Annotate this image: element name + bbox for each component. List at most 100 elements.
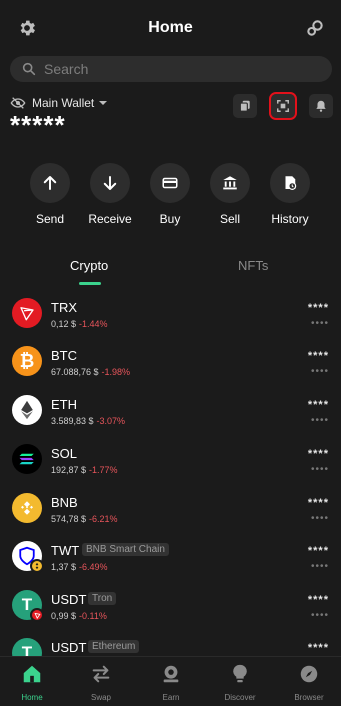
hidden-amount: **** (307, 594, 329, 606)
sell-button[interactable]: Sell (200, 163, 260, 226)
send-circle[interactable] (30, 163, 70, 203)
scan-button[interactable] (269, 92, 297, 120)
page-title: Home (148, 19, 193, 36)
price-change: -1.77% (89, 465, 118, 475)
arrow-down-icon (103, 176, 117, 190)
nav-discover-label: Discover (224, 693, 256, 702)
price-value: 0,99 $ (51, 611, 77, 621)
hidden-amount: **** (307, 448, 329, 460)
hidden-value: •••• (310, 561, 329, 572)
nav-home[interactable]: Home (0, 663, 64, 702)
notifications-button[interactable] (309, 94, 333, 118)
history-label: History (271, 212, 309, 226)
trx-logo-icon (12, 298, 42, 328)
discover-icon (233, 664, 247, 683)
hidden-amount: **** (307, 399, 329, 411)
nav-home-label: Home (21, 693, 43, 702)
price-value: 1,37 $ (51, 562, 77, 572)
history-icon (285, 176, 297, 190)
hidden-amount: **** (307, 642, 329, 654)
tab-crypto[interactable]: Crypto (70, 258, 108, 273)
eye-slash-icon[interactable] (10, 95, 26, 111)
search-icon (22, 62, 36, 76)
send-button[interactable]: Send (20, 163, 80, 226)
price-value: 0,12 $ (51, 319, 77, 329)
price-value: 3.589,83 $ (51, 416, 94, 426)
quick-actions: Send Receive Buy Sell History (0, 163, 341, 233)
scan-icon (277, 100, 289, 112)
asset-row-sol[interactable]: SOL 192,87 $ -1.77% **** •••• (0, 438, 341, 486)
active-tab-indicator (79, 282, 101, 285)
eth-logo-icon (12, 395, 42, 425)
bell-icon (316, 100, 326, 112)
hidden-value: •••• (310, 610, 329, 621)
nav-swap[interactable]: Swap (69, 663, 133, 702)
hidden-amount: **** (307, 545, 329, 557)
card-icon (162, 177, 178, 189)
tab-nfts[interactable]: NFTs (238, 258, 268, 273)
btc-logo-icon: ₿ (12, 346, 42, 376)
search-bar[interactable] (10, 56, 332, 82)
asset-row-bnb[interactable]: BNB 574,78 $ -6.21% **** •••• (0, 487, 341, 535)
home-icon (23, 665, 41, 683)
price-change: -6.21% (89, 514, 118, 524)
nav-earn[interactable]: Earn (139, 663, 203, 702)
price-change: -0.11% (79, 611, 107, 621)
history-button[interactable]: History (260, 163, 320, 226)
top-bar: Home (0, 0, 341, 56)
bnb-chain-badge-icon (30, 559, 44, 573)
asset-price: 0,99 $ -0.11% (51, 611, 107, 621)
sell-circle[interactable] (210, 163, 250, 203)
asset-row-trx[interactable]: TRX 0,12 $ -1.44% **** •••• (0, 292, 341, 340)
buy-button[interactable]: Buy (140, 163, 200, 226)
asset-price: 192,87 $ -1.77% (51, 465, 118, 475)
receive-button[interactable]: Receive (80, 163, 140, 226)
search-input[interactable] (44, 56, 314, 82)
hidden-amount: **** (307, 302, 329, 314)
asset-price: 1,37 $ -6.49% (51, 562, 108, 572)
hidden-value: •••• (310, 464, 329, 475)
receive-circle[interactable] (90, 163, 130, 203)
price-change: -1.44% (79, 319, 108, 329)
wallet-balance: ***** (10, 110, 66, 140)
copy-button[interactable] (233, 94, 257, 118)
bottom-nav: Home Swap Earn Discover Browser (0, 656, 341, 706)
price-change: -6.49% (79, 562, 108, 572)
buy-circle[interactable] (150, 163, 190, 203)
price-value: 67.088,76 $ (51, 367, 99, 377)
sol-logo-icon (12, 444, 42, 474)
price-change: -1.98% (101, 367, 131, 377)
nav-browser[interactable]: Browser (277, 663, 341, 702)
asset-symbol: ETH (51, 397, 77, 412)
asset-price: 3.589,83 $ -3.07% (51, 416, 125, 426)
send-label: Send (35, 212, 65, 226)
asset-symbol: BNB (51, 495, 78, 510)
hidden-value: •••• (310, 318, 329, 329)
earn-icon (163, 665, 179, 683)
bank-icon (223, 176, 237, 190)
asset-symbol: BTC (51, 348, 77, 363)
network-tag: Tron (88, 592, 117, 605)
history-circle[interactable] (270, 163, 310, 203)
swap-icon (92, 665, 110, 683)
copy-icon (239, 100, 250, 112)
asset-row-usdt-tron[interactable]: T USDT Tron 0,99 $ -0.11% **** •••• (0, 584, 341, 632)
hidden-value: •••• (310, 415, 329, 426)
wallet-connect-icon[interactable] (305, 18, 325, 38)
asset-row-btc[interactable]: ₿ BTC 67.088,76 $ -1.98% **** •••• (0, 340, 341, 388)
price-value: 192,87 $ (51, 465, 87, 475)
hidden-amount: **** (307, 350, 329, 362)
nav-discover[interactable]: Discover (208, 663, 272, 702)
tron-badge-icon (30, 608, 44, 622)
nav-earn-label: Earn (162, 693, 180, 702)
nav-browser-label: Browser (294, 693, 324, 702)
asset-price: 0,12 $ -1.44% (51, 319, 108, 329)
asset-symbol: TWT (51, 543, 80, 558)
arrow-up-icon (43, 176, 57, 190)
receive-label: Receive (88, 212, 132, 226)
asset-tabs: Crypto NFTs (0, 258, 341, 288)
asset-row-eth[interactable]: ETH 3.589,83 $ -3.07% **** •••• (0, 389, 341, 437)
browser-icon (300, 665, 318, 683)
asset-row-twt[interactable]: TWT BNB Smart Chain 1,37 $ -6.49% **** ••… (0, 535, 341, 583)
network-tag: BNB Smart Chain (82, 543, 169, 556)
